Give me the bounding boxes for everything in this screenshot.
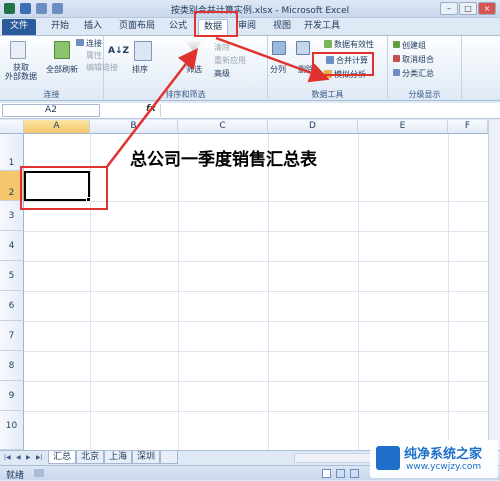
watermark-logo: 纯净系统之家 www.ycwjzy.com [370, 440, 498, 478]
watermark-url: www.ycwjzy.com [406, 462, 482, 472]
arrow-to-consolidate [215, 36, 330, 83]
annotation-arrows [105, 36, 330, 169]
arrow-to-data-tab [105, 48, 199, 169]
watermark-title: 纯净系统之家 [404, 447, 483, 462]
watermark-icon [376, 446, 400, 470]
